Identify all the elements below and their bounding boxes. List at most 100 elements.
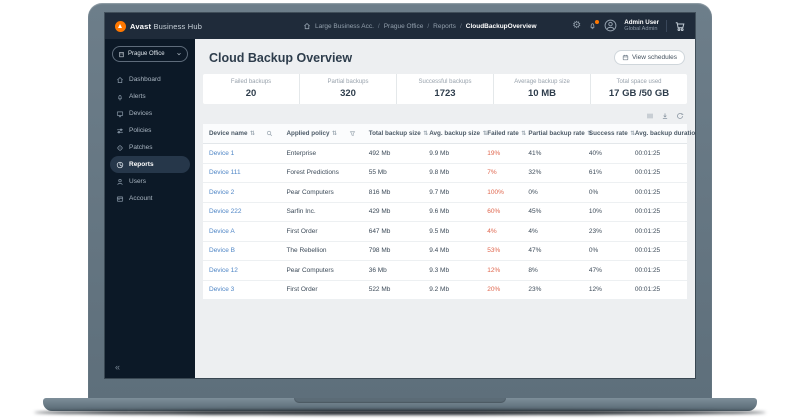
cell-failed-rate: 4%: [481, 228, 522, 235]
laptop-screen-bezel: Avast Business Hub Large Business Acc. /…: [88, 3, 712, 399]
id-card-icon: [116, 195, 124, 203]
building-icon: [118, 51, 125, 58]
sidebar: Prague Office Dashboard Alerts Devices: [105, 39, 195, 378]
user-name: Admin User: [624, 19, 659, 26]
cell-avg-backup-size: 9.5 Mb: [423, 228, 481, 235]
cell-partial-backup-rate: 41%: [522, 150, 583, 157]
pie-chart-icon: [116, 161, 124, 169]
stat-value: 320: [340, 88, 356, 99]
stat-average-backup-size: Average backup size 10 MB: [494, 74, 591, 104]
stat-failed-backups: Failed backups 20: [203, 74, 300, 104]
topbar-divider: [666, 20, 667, 32]
device-name-link[interactable]: Device B: [203, 247, 280, 254]
table-row[interactable]: Device A First Order 647 Mb 9.5 Mb 4% 4%…: [203, 222, 687, 242]
cell-avg-backup-size: 9.2 Mb: [423, 286, 481, 293]
app-window: Avast Business Hub Large Business Acc. /…: [105, 13, 695, 378]
user-menu[interactable]: Admin User Global Admin: [624, 19, 659, 33]
table-row[interactable]: Device 3 First Order 522 Mb 9.2 Mb 20% 2…: [203, 281, 687, 301]
cell-avg-backup-duration: 00:01:25: [629, 189, 687, 196]
breadcrumb-item-account[interactable]: Large Business Acc.: [315, 23, 374, 30]
breadcrumb-item-site[interactable]: Prague Office: [384, 23, 424, 30]
device-name-link[interactable]: Device 12: [203, 267, 280, 274]
table-row[interactable]: Device 111 Forest Predictions 55 Mb 9.8 …: [203, 164, 687, 184]
breadcrumb-item-reports[interactable]: Reports: [433, 23, 456, 30]
home-icon: [116, 76, 124, 84]
sort-icon[interactable]: ⇅: [250, 130, 255, 137]
sidebar-item-users[interactable]: Users: [105, 173, 195, 190]
cell-success-rate: 61%: [583, 169, 629, 176]
bell-icon: [116, 93, 124, 101]
cell-total-backup-size: 798 Mb: [363, 247, 424, 254]
breadcrumb: Large Business Acc. / Prague Office / Re…: [303, 22, 537, 30]
sidebar-item-label: Alerts: [129, 93, 146, 100]
cell-success-rate: 0%: [583, 189, 629, 196]
cell-success-rate: 40%: [583, 150, 629, 157]
sidebar-item-label: Reports: [129, 161, 154, 168]
notifications-button[interactable]: [588, 21, 597, 30]
search-icon[interactable]: [266, 130, 273, 137]
sidebar-item-policies[interactable]: Policies: [105, 122, 195, 139]
cell-applied-policy: The Rebellion: [280, 247, 362, 254]
table-row[interactable]: Device B The Rebellion 798 Mb 9.4 Mb 53%…: [203, 242, 687, 262]
stats-bar: Failed backups 20 Partial backups 320 Su…: [203, 74, 687, 104]
app-body: Prague Office Dashboard Alerts Devices: [105, 39, 695, 378]
cell-avg-backup-duration: 00:01:25: [629, 286, 687, 293]
brand-text: Avast Business Hub: [130, 22, 202, 31]
device-name-link[interactable]: Device A: [203, 228, 280, 235]
cell-success-rate: 0%: [583, 247, 629, 254]
columns-icon[interactable]: [646, 112, 654, 120]
cell-failed-rate: 12%: [481, 267, 522, 274]
sidebar-item-label: Users: [129, 178, 146, 185]
table-row[interactable]: Device 12 Pear Computers 36 Mb 9.3 Mb 12…: [203, 261, 687, 281]
cell-total-backup-size: 492 Mb: [363, 150, 424, 157]
sidebar-item-account[interactable]: Account: [105, 190, 195, 207]
topbar-actions: ⚙ Admin User Global Admin: [572, 19, 686, 33]
stat-value: 17 GB /50 GB: [609, 88, 669, 99]
stat-label: Failed backups: [231, 79, 271, 85]
table-row[interactable]: Device 222 Sarfin Inc. 429 Mb 9.6 Mb 60%…: [203, 203, 687, 223]
cell-avg-backup-size: 9.9 Mb: [423, 150, 481, 157]
cell-applied-policy: Pear Computers: [280, 267, 362, 274]
brand: Avast Business Hub: [115, 21, 303, 32]
main-content: Cloud Backup Overview View schedules Fai…: [195, 39, 695, 378]
sort-icon[interactable]: ⇅: [332, 130, 337, 137]
sidebar-item-dashboard[interactable]: Dashboard: [105, 71, 195, 88]
table-row[interactable]: Device 2 Pear Computers 816 Mb 9.7 Mb 10…: [203, 183, 687, 203]
device-name-link[interactable]: Device 111: [203, 169, 280, 176]
table-row[interactable]: Device 1 Enterprise 492 Mb 9.9 Mb 19% 41…: [203, 144, 687, 164]
cell-avg-backup-duration: 00:01:25: [629, 150, 687, 157]
sidebar-item-patches[interactable]: Patches: [105, 139, 195, 156]
cell-failed-rate: 19%: [481, 150, 522, 157]
cart-icon[interactable]: [674, 20, 686, 32]
sidebar-collapse-button[interactable]: «: [115, 362, 120, 372]
filter-icon[interactable]: [349, 130, 356, 137]
cell-avg-backup-size: 9.4 Mb: [423, 247, 481, 254]
sidebar-item-label: Patches: [129, 144, 153, 151]
device-name-link[interactable]: Device 2: [203, 189, 280, 196]
column-applied-policy: Applied policy ⇅: [280, 130, 362, 137]
site-selector[interactable]: Prague Office: [112, 46, 188, 62]
avatar-icon[interactable]: [604, 19, 617, 32]
column-total-backup-size: Total backup size ⇅: [363, 130, 424, 137]
cell-avg-backup-duration: 00:01:25: [629, 267, 687, 274]
breadcrumb-separator: /: [460, 23, 462, 30]
gear-icon[interactable]: ⚙: [572, 21, 581, 31]
cell-failed-rate: 60%: [481, 208, 522, 215]
device-name-link[interactable]: Device 222: [203, 208, 280, 215]
refresh-icon[interactable]: [676, 112, 684, 120]
device-name-link[interactable]: Device 1: [203, 150, 280, 157]
download-icon[interactable]: [661, 112, 669, 120]
cell-applied-policy: Pear Computers: [280, 189, 362, 196]
sidebar-item-reports[interactable]: Reports: [110, 156, 190, 173]
device-name-link[interactable]: Device 3: [203, 286, 280, 293]
sidebar-item-devices[interactable]: Devices: [105, 105, 195, 122]
cell-partial-backup-rate: 47%: [522, 247, 583, 254]
cell-avg-backup-size: 9.8 Mb: [423, 169, 481, 176]
view-schedules-button[interactable]: View schedules: [614, 50, 685, 65]
chevron-down-icon: [176, 51, 182, 57]
cell-applied-policy: Sarfin Inc.: [280, 208, 362, 215]
cell-partial-backup-rate: 8%: [522, 267, 583, 274]
sidebar-item-alerts[interactable]: Alerts: [105, 88, 195, 105]
cell-success-rate: 47%: [583, 267, 629, 274]
backup-table: Device name ⇅ Applied policy ⇅ Total bac…: [203, 124, 687, 300]
